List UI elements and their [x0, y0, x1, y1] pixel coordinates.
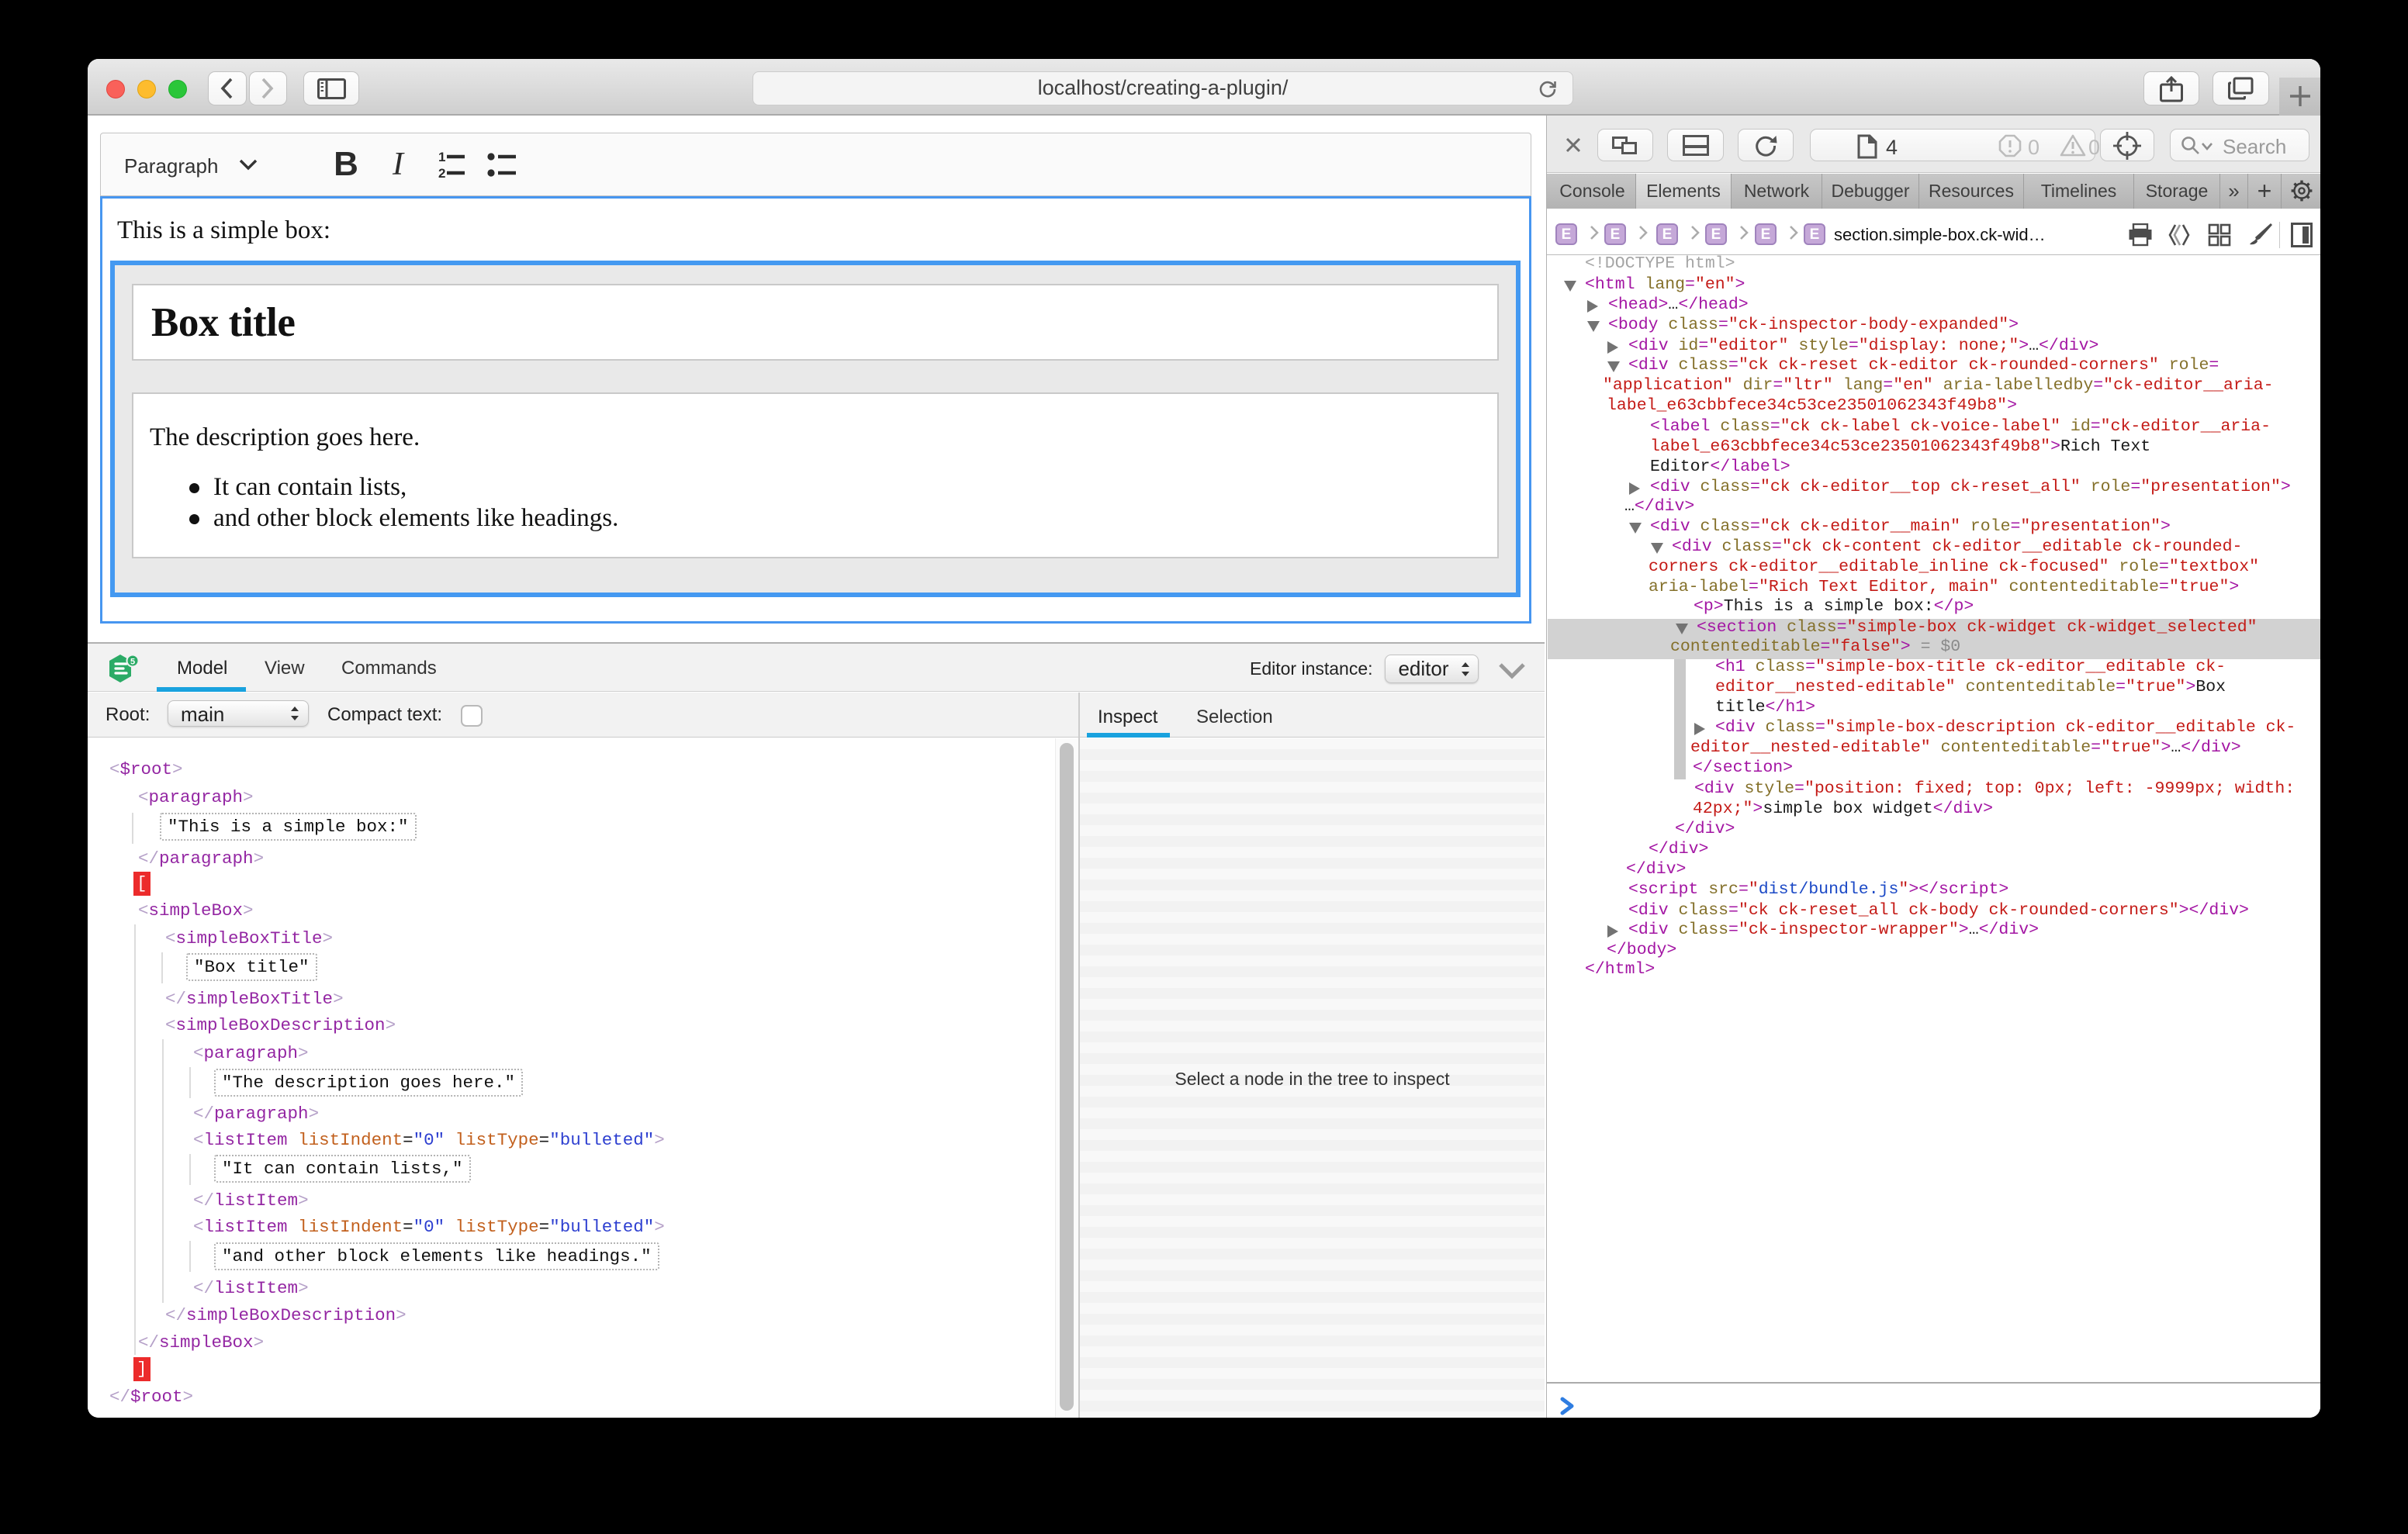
- svg-text:2: 2: [438, 166, 445, 181]
- svg-text:1: 1: [438, 150, 445, 164]
- svg-text:5: 5: [130, 658, 135, 667]
